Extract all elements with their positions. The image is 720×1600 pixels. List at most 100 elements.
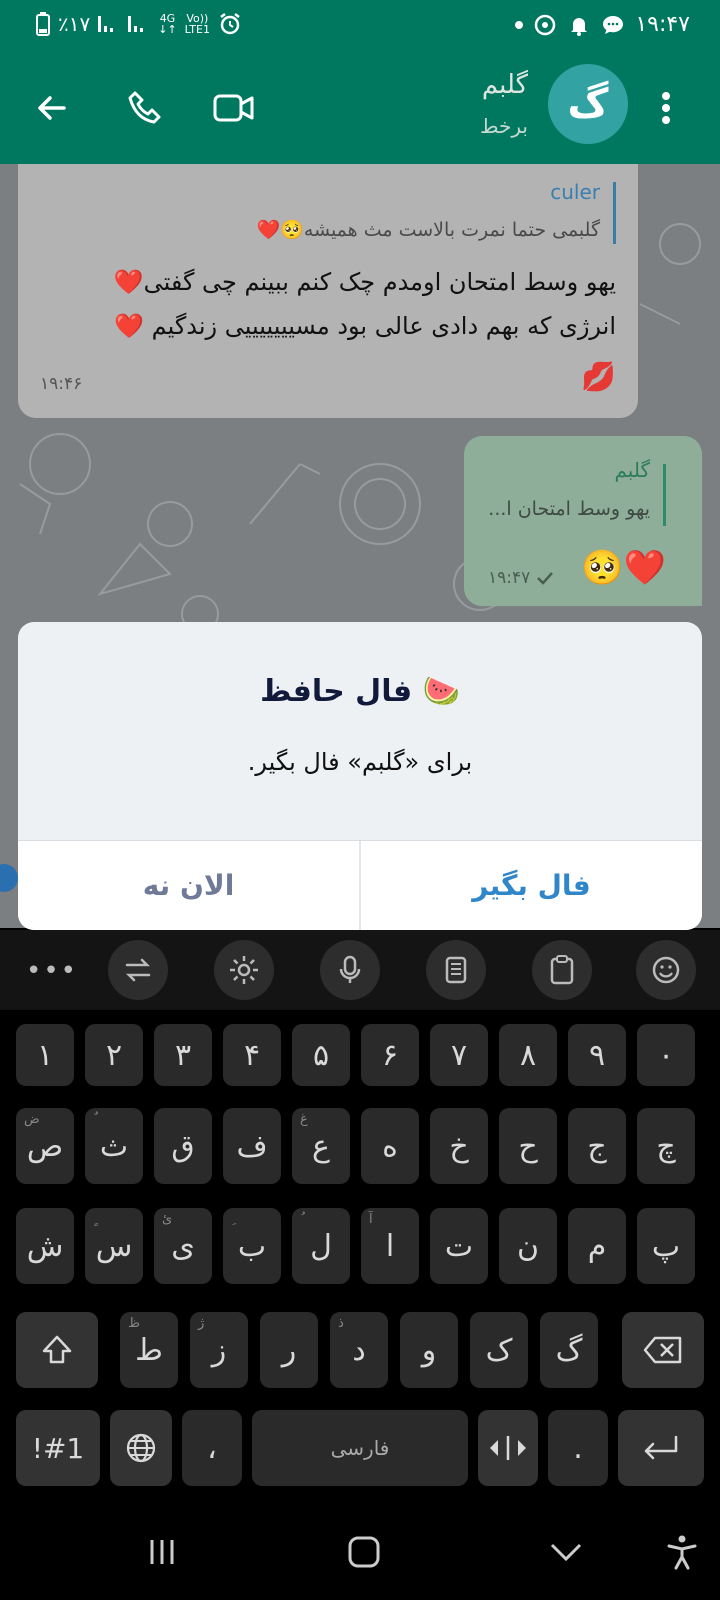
key-number[interactable]: ۶ xyxy=(361,1024,419,1086)
key-letter[interactable]: ق xyxy=(154,1108,212,1184)
recent-apps-button[interactable] xyxy=(134,1524,190,1580)
key-label: ز xyxy=(211,1332,227,1368)
key-letter[interactable]: گ xyxy=(540,1312,598,1388)
period-key[interactable]: . xyxy=(548,1410,608,1486)
key-number[interactable]: ۳ xyxy=(154,1024,212,1086)
keyboard-mode-button[interactable] xyxy=(426,940,486,1000)
key-letter[interactable]: م xyxy=(568,1208,626,1284)
home-icon xyxy=(348,1536,380,1568)
more-options-button[interactable] xyxy=(646,80,686,136)
keypad-icon xyxy=(445,956,467,984)
more-dots-icon[interactable]: ••• xyxy=(26,956,78,986)
key-label: ۲ xyxy=(105,1037,123,1073)
key-label: ر xyxy=(281,1332,297,1368)
key-letter[interactable]: ت xyxy=(430,1208,488,1284)
key-letter[interactable]: سٍ xyxy=(85,1208,143,1284)
alarm-icon xyxy=(220,13,240,35)
key-letter[interactable]: ر xyxy=(260,1312,318,1388)
key-number[interactable]: ۲ xyxy=(85,1024,143,1086)
key-letter[interactable]: عغ xyxy=(292,1108,350,1184)
incoming-message[interactable]: culer گلبمی حتما نمرت بالاست مث همیشه🥺❤️… xyxy=(18,164,638,418)
signal-icon xyxy=(98,16,114,32)
shift-key[interactable] xyxy=(16,1312,98,1388)
key-label: ف xyxy=(236,1128,268,1164)
symbols-key[interactable]: !#1 xyxy=(16,1410,100,1486)
avatar[interactable]: گ xyxy=(548,64,628,144)
key-letter[interactable]: لُ xyxy=(292,1208,350,1284)
key-label: ب xyxy=(237,1228,267,1264)
settings-button[interactable] xyxy=(214,940,274,1000)
key-letter[interactable]: صض xyxy=(16,1108,74,1184)
video-call-button[interactable] xyxy=(206,80,262,136)
key-label: ۸ xyxy=(519,1037,537,1073)
arrow-left-icon xyxy=(38,96,66,120)
space-key[interactable]: فارسی xyxy=(252,1410,468,1486)
back-button[interactable] xyxy=(24,80,80,136)
key-label: ق xyxy=(171,1128,195,1164)
phone-icon xyxy=(128,91,161,124)
key-number[interactable]: ۸ xyxy=(499,1024,557,1086)
key-label: ۰ xyxy=(657,1037,675,1073)
swap-icon xyxy=(125,958,151,982)
accessibility-icon xyxy=(667,1535,697,1570)
enter-key[interactable] xyxy=(618,1410,704,1486)
smiley-icon xyxy=(652,956,680,984)
key-number[interactable]: ۴ xyxy=(223,1024,281,1086)
return-icon xyxy=(644,1435,678,1460)
cursor-arrows-icon xyxy=(490,1436,526,1460)
key-letter[interactable]: بِ xyxy=(223,1208,281,1284)
key-letter[interactable]: طظ xyxy=(120,1312,178,1388)
chat-status: برخط xyxy=(480,114,528,138)
translate-button[interactable] xyxy=(108,940,168,1000)
key-letter[interactable]: ثٌ xyxy=(85,1108,143,1184)
key-hint: ض xyxy=(24,1112,40,1127)
key-label: ع xyxy=(312,1128,330,1164)
reply-bar xyxy=(613,182,616,244)
comma-key[interactable]: ، xyxy=(182,1410,242,1486)
key-letter[interactable]: دذ xyxy=(330,1312,388,1388)
key-letter[interactable]: ح xyxy=(499,1108,557,1184)
cursor-key[interactable] xyxy=(478,1410,538,1486)
key-number[interactable]: ۱ xyxy=(16,1024,74,1086)
not-now-button[interactable]: الان نه xyxy=(18,841,361,930)
key-letter[interactable]: زژ xyxy=(190,1312,248,1388)
key-letter[interactable]: پ xyxy=(637,1208,695,1284)
key-letter[interactable]: چ xyxy=(637,1108,695,1184)
key-letter[interactable]: ف xyxy=(223,1108,281,1184)
voice-call-button[interactable] xyxy=(118,80,174,136)
chat-name[interactable]: گلبم xyxy=(482,70,528,100)
dialog-title: 🍉 فال حافظ xyxy=(260,674,460,709)
key-number[interactable]: ۷ xyxy=(430,1024,488,1086)
more-vertical-icon xyxy=(662,92,670,124)
check-icon xyxy=(536,572,553,585)
clipboard-button[interactable] xyxy=(532,940,592,1000)
key-letter[interactable]: خ xyxy=(430,1108,488,1184)
backspace-key[interactable] xyxy=(622,1312,704,1388)
language-key[interactable] xyxy=(110,1410,172,1486)
key-letter[interactable]: و xyxy=(400,1312,458,1388)
key-letter[interactable]: یئ xyxy=(154,1208,212,1284)
shift-arrow-icon xyxy=(42,1335,72,1364)
key-number[interactable]: ۹ xyxy=(568,1024,626,1086)
sync-icon xyxy=(535,14,556,35)
clock: ۱۹:۴۷ xyxy=(635,12,690,37)
key-letter[interactable]: اآ xyxy=(361,1208,419,1284)
hide-keyboard-button[interactable] xyxy=(538,1524,594,1580)
key-number[interactable]: ۵ xyxy=(292,1024,350,1086)
key-number[interactable]: ۰ xyxy=(637,1024,695,1086)
voice-input-button[interactable] xyxy=(320,940,380,1000)
outgoing-message[interactable]: گلبم یهو وسط امتحان ا... ❤️🥺 ۱۹:۴۷ xyxy=(464,436,702,606)
key-letter[interactable]: ن xyxy=(499,1208,557,1284)
emoji-button[interactable] xyxy=(636,940,696,1000)
key-letter[interactable]: ش xyxy=(16,1208,74,1284)
key-letter[interactable]: ه xyxy=(361,1108,419,1184)
accessibility-button[interactable] xyxy=(654,1524,710,1580)
key-label: چ xyxy=(656,1128,676,1164)
reaction-emoji[interactable]: 💋 xyxy=(581,360,616,393)
key-letter[interactable]: ج xyxy=(568,1108,626,1184)
chat-bubble-icon xyxy=(603,15,624,34)
key-label: گ xyxy=(555,1332,583,1368)
key-letter[interactable]: ک xyxy=(470,1312,528,1388)
get-fal-button[interactable]: فال بگیر xyxy=(361,841,702,930)
home-button[interactable] xyxy=(336,1524,392,1580)
